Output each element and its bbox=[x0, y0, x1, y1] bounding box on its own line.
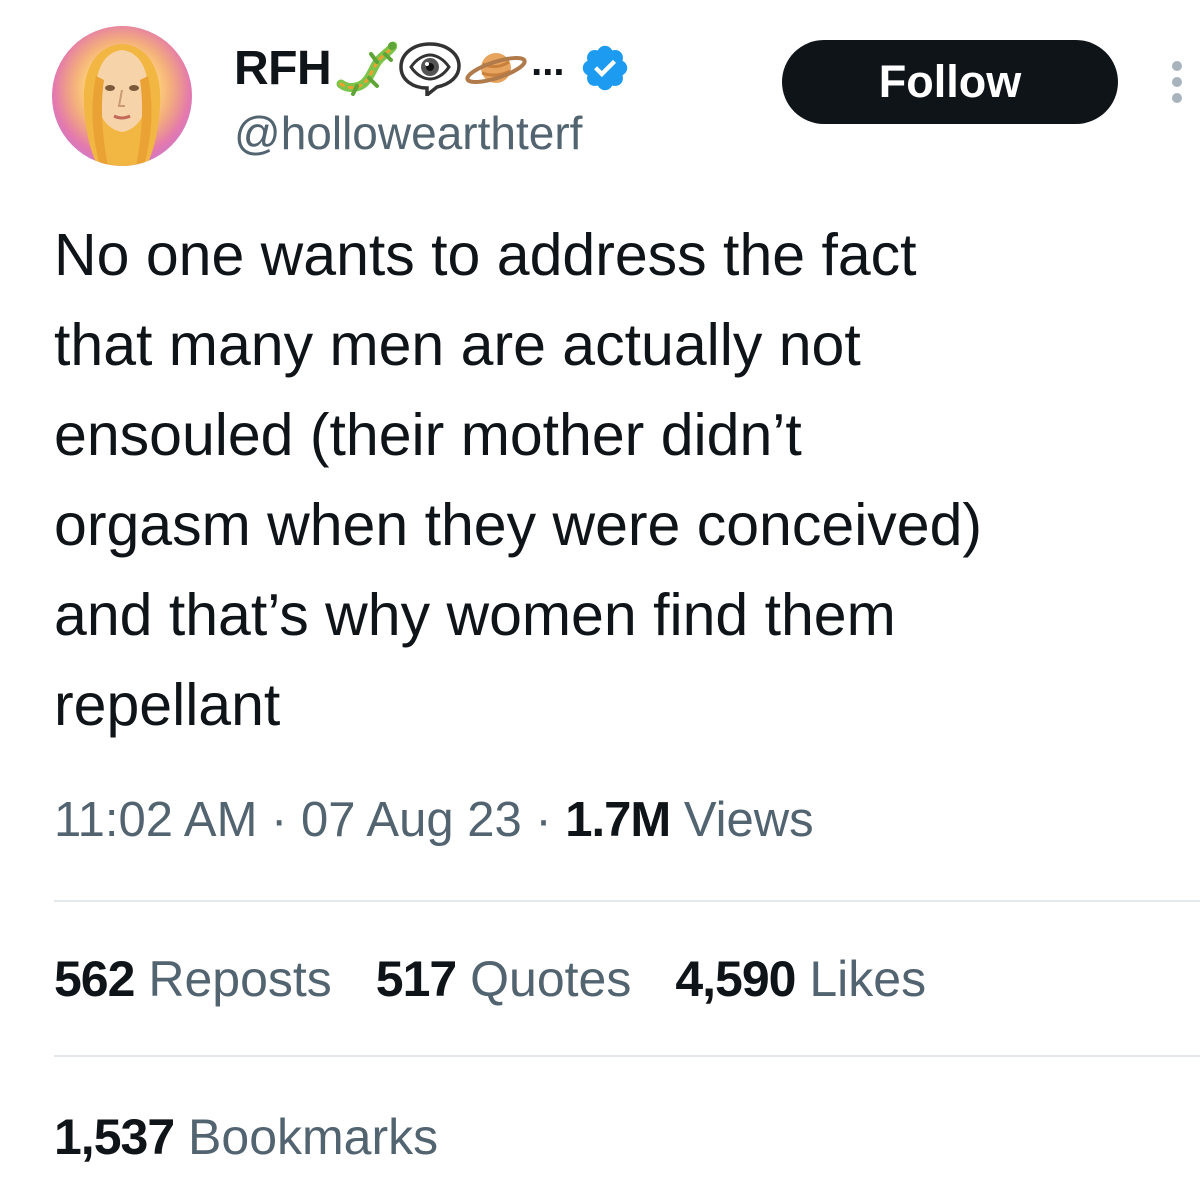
likes-label: Likes bbox=[809, 951, 927, 1007]
author-name-row[interactable]: RFH ... bbox=[234, 38, 631, 98]
reposts-count: 562 bbox=[54, 951, 135, 1007]
bookmarks-count: 1,537 bbox=[54, 1109, 175, 1165]
divider bbox=[54, 1055, 1200, 1057]
more-vertical-icon[interactable] bbox=[1164, 58, 1190, 106]
separator: · bbox=[271, 793, 288, 847]
bookmarks-stat[interactable]: 1,537 Bookmarks bbox=[54, 1108, 438, 1166]
separator: · bbox=[535, 793, 552, 847]
views-label: Views bbox=[683, 793, 814, 847]
display-name[interactable]: RFH bbox=[234, 41, 332, 96]
bookmarks-label: Bookmarks bbox=[188, 1109, 439, 1165]
name-ellipsis: ... bbox=[531, 39, 565, 84]
avatar-portrait bbox=[52, 26, 192, 166]
likes-stat[interactable]: 4,590 Likes bbox=[675, 950, 926, 1008]
tweet-meta: 11:02 AM · 07 Aug 23 · 1.7M Views bbox=[54, 792, 814, 848]
likes-count: 4,590 bbox=[675, 951, 796, 1007]
verified-badge-icon[interactable] bbox=[579, 42, 631, 94]
follow-button[interactable]: Follow bbox=[782, 40, 1118, 124]
avatar[interactable] bbox=[52, 26, 192, 166]
tweet-time[interactable]: 11:02 AM bbox=[54, 793, 257, 847]
reposts-label: Reposts bbox=[148, 951, 332, 1007]
engagement-stats: 562 Reposts 517 Quotes 4,590 Likes bbox=[54, 950, 970, 1008]
reposts-stat[interactable]: 562 Reposts bbox=[54, 950, 332, 1008]
tweet-date[interactable]: 07 Aug 23 bbox=[301, 793, 522, 847]
name-emojis bbox=[335, 40, 529, 96]
author-handle[interactable]: @hollowearthterf bbox=[234, 106, 582, 160]
lizard-icon bbox=[336, 41, 398, 96]
views-count: 1.7M bbox=[565, 793, 671, 847]
quotes-count: 517 bbox=[375, 951, 457, 1007]
ringed-planet-icon bbox=[465, 53, 527, 84]
divider bbox=[54, 900, 1200, 902]
quotes-label: Quotes bbox=[470, 951, 632, 1007]
eye-in-speech-bubble-icon bbox=[399, 42, 461, 96]
tweet-text: No one wants to address the fact that ma… bbox=[54, 222, 983, 738]
quotes-stat[interactable]: 517 Quotes bbox=[376, 950, 632, 1008]
